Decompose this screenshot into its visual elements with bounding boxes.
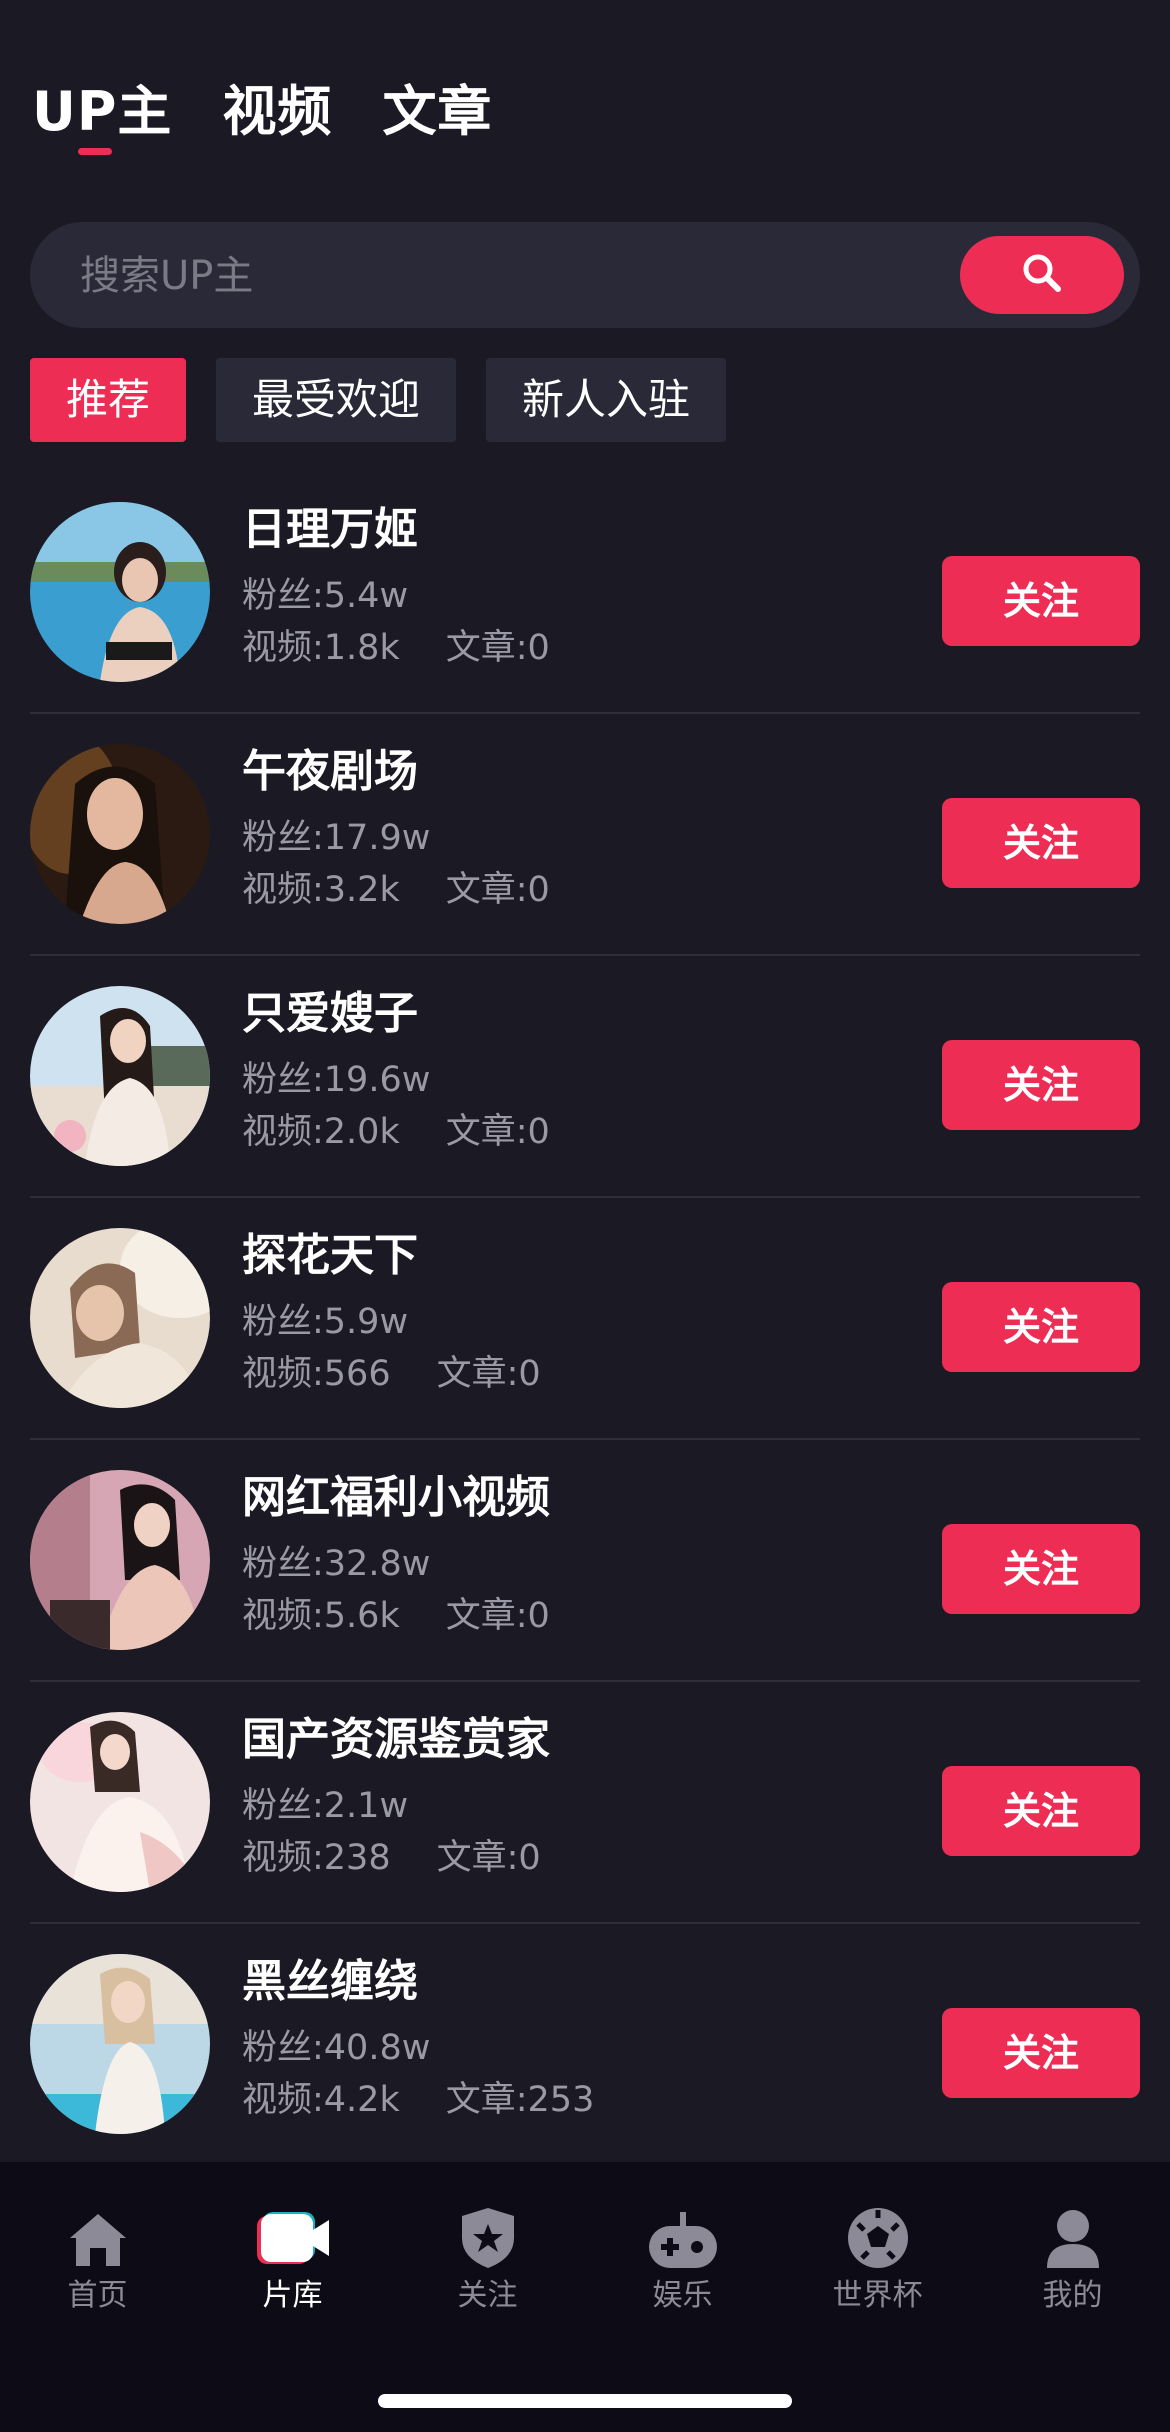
fans-count: 粉丝:2.1w bbox=[242, 1786, 409, 1826]
article-count: 文章:0 bbox=[436, 1354, 541, 1394]
content-counts: 视频:4.2k 文章:253 bbox=[242, 2076, 594, 2124]
video-count: 视频:5.6k bbox=[242, 1596, 400, 1636]
content-counts: 视频:566 文章:0 bbox=[242, 1350, 541, 1398]
nav-library[interactable]: 片库 bbox=[213, 2198, 373, 2316]
avatar[interactable] bbox=[30, 502, 210, 682]
tab-articles[interactable]: 文章 bbox=[382, 72, 492, 152]
list-item[interactable]: 国产资源鉴赏家 粉丝:2.1w 视频:238 文章:0 关注 bbox=[30, 1682, 1140, 1924]
list-item[interactable]: 日理万姬 粉丝:5.4w 视频:1.8k 文章:0 关注 bbox=[30, 472, 1140, 714]
uploader-name: 午夜剧场 bbox=[242, 746, 418, 797]
avatar[interactable] bbox=[30, 1470, 210, 1650]
article-count: 文章:0 bbox=[445, 1112, 550, 1152]
nav-entertainment-label: 娱乐 bbox=[652, 2278, 713, 2313]
follow-button[interactable]: 关注 bbox=[942, 1282, 1140, 1372]
fans-count: 粉丝:32.8w bbox=[242, 1544, 431, 1584]
avatar[interactable] bbox=[30, 1954, 210, 2134]
list-item[interactable]: 午夜剧场 粉丝:17.9w 视频:3.2k 文章:0 关注 bbox=[30, 714, 1140, 956]
avatar[interactable] bbox=[30, 1712, 210, 1892]
content-counts: 视频:2.0k 文章:0 bbox=[242, 1108, 550, 1156]
nav-profile-label: 我的 bbox=[1042, 2278, 1103, 2313]
avatar[interactable] bbox=[30, 986, 210, 1166]
tab-videos[interactable]: 视频 bbox=[222, 72, 332, 152]
uploader-name: 只爱嫂子 bbox=[242, 988, 418, 1039]
follow-button[interactable]: 关注 bbox=[942, 556, 1140, 646]
uploader-name: 探花天下 bbox=[242, 1230, 418, 1281]
user-icon bbox=[993, 2198, 1153, 2270]
fans-count: 粉丝:5.4w bbox=[242, 576, 409, 616]
article-count: 文章:0 bbox=[445, 628, 550, 668]
soccer-ball-icon bbox=[798, 2198, 958, 2270]
nav-follow-label: 关注 bbox=[457, 2278, 518, 2313]
bottom-nav: 首页 片库 关注 娱乐 世界杯 我的 bbox=[0, 2162, 1170, 2432]
filter-chips: 推荐 最受欢迎 新人入驻 bbox=[30, 358, 727, 442]
article-count: 文章:253 bbox=[445, 2080, 595, 2120]
video-count: 视频:2.0k bbox=[242, 1112, 400, 1152]
content-counts: 视频:238 文章:0 bbox=[242, 1834, 541, 1882]
top-tab-bar: UP主 视频 文章 bbox=[32, 72, 492, 155]
list-item[interactable]: 黑丝缠绕 粉丝:40.8w 视频:4.2k 文章:253 关注 bbox=[30, 1924, 1140, 2166]
nav-home[interactable]: 首页 bbox=[18, 2198, 178, 2316]
nav-profile[interactable]: 我的 bbox=[993, 2198, 1153, 2316]
nav-world-cup[interactable]: 世界杯 bbox=[798, 2198, 958, 2316]
video-count: 视频:238 bbox=[242, 1838, 391, 1878]
follow-button[interactable]: 关注 bbox=[942, 1766, 1140, 1856]
content-counts: 视频:1.8k 文章:0 bbox=[242, 624, 550, 672]
avatar[interactable] bbox=[30, 744, 210, 924]
filter-recommended[interactable]: 推荐 bbox=[30, 358, 187, 442]
nav-home-label: 首页 bbox=[67, 2278, 128, 2313]
video-count: 视频:4.2k bbox=[242, 2080, 400, 2120]
search-button[interactable] bbox=[960, 236, 1124, 314]
uploader-name: 国产资源鉴赏家 bbox=[242, 1714, 550, 1765]
article-count: 文章:0 bbox=[445, 870, 550, 910]
fans-count: 粉丝:17.9w bbox=[242, 818, 431, 858]
content-counts: 视频:3.2k 文章:0 bbox=[242, 866, 550, 914]
video-count: 视频:566 bbox=[242, 1354, 391, 1394]
content-counts: 视频:5.6k 文章:0 bbox=[242, 1592, 550, 1640]
uploader-name: 日理万姬 bbox=[242, 504, 418, 555]
article-count: 文章:0 bbox=[436, 1838, 541, 1878]
home-icon bbox=[18, 2198, 178, 2270]
active-tab-indicator bbox=[78, 148, 112, 155]
video-count: 视频:1.8k bbox=[242, 628, 400, 668]
filter-new-arrivals[interactable]: 新人入驻 bbox=[486, 358, 727, 442]
search-input[interactable] bbox=[78, 222, 962, 330]
uploader-name: 网红福利小视频 bbox=[242, 1472, 550, 1523]
list-item[interactable]: 探花天下 粉丝:5.9w 视频:566 文章:0 关注 bbox=[30, 1198, 1140, 1440]
video-camera-icon bbox=[213, 2198, 373, 2270]
list-item[interactable]: 网红福利小视频 粉丝:32.8w 视频:5.6k 文章:0 关注 bbox=[30, 1440, 1140, 1682]
avatar[interactable] bbox=[30, 1228, 210, 1408]
tab-articles-label: 文章 bbox=[382, 80, 493, 143]
fans-count: 粉丝:19.6w bbox=[242, 1060, 431, 1100]
shield-star-icon bbox=[408, 2198, 568, 2270]
follow-button[interactable]: 关注 bbox=[942, 1524, 1140, 1614]
nav-world-cup-label: 世界杯 bbox=[832, 2278, 923, 2313]
gamepad-icon bbox=[603, 2198, 763, 2270]
nav-library-label: 片库 bbox=[262, 2278, 323, 2313]
tab-videos-label: 视频 bbox=[222, 80, 333, 143]
uploader-list: 日理万姬 粉丝:5.4w 视频:1.8k 文章:0 关注 午夜剧场 粉丝:17.9… bbox=[30, 472, 1140, 2166]
fans-count: 粉丝:5.9w bbox=[242, 1302, 409, 1342]
nav-entertainment[interactable]: 娱乐 bbox=[603, 2198, 763, 2316]
article-count: 文章:0 bbox=[445, 1596, 550, 1636]
nav-follow[interactable]: 关注 bbox=[408, 2198, 568, 2316]
home-indicator bbox=[378, 2394, 792, 2408]
fans-count: 粉丝:40.8w bbox=[242, 2028, 431, 2068]
search-icon bbox=[1020, 251, 1064, 299]
follow-button[interactable]: 关注 bbox=[942, 2008, 1140, 2098]
search-bar bbox=[30, 222, 1140, 330]
video-count: 视频:3.2k bbox=[242, 870, 400, 910]
tab-up-master[interactable]: UP主 bbox=[32, 72, 173, 155]
follow-button[interactable]: 关注 bbox=[942, 798, 1140, 888]
tab-up-master-label: UP主 bbox=[32, 80, 173, 143]
filter-most-popular[interactable]: 最受欢迎 bbox=[216, 358, 457, 442]
list-item[interactable]: 只爱嫂子 粉丝:19.6w 视频:2.0k 文章:0 关注 bbox=[30, 956, 1140, 1198]
follow-button[interactable]: 关注 bbox=[942, 1040, 1140, 1130]
uploader-name: 黑丝缠绕 bbox=[242, 1956, 418, 2007]
